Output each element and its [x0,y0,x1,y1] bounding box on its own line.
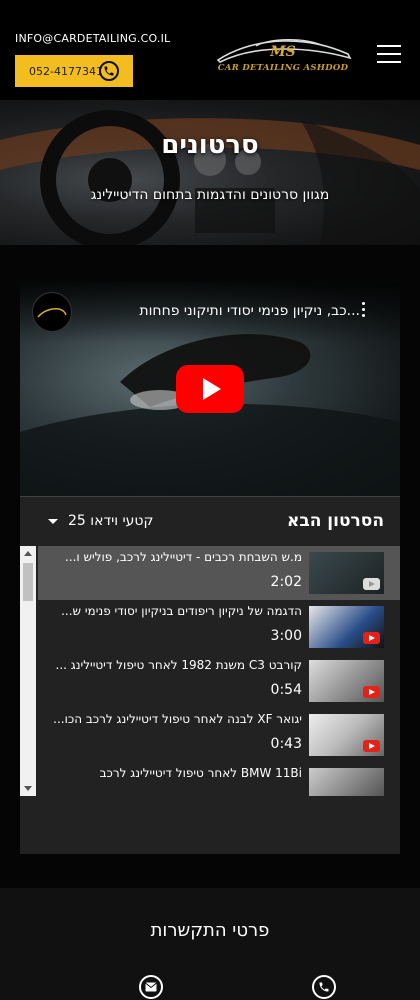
playlist-item[interactable]: יגואר XF לבנה לאחר טיפול דיטיילינג לרכב … [38,708,400,762]
youtube-icon [363,686,380,698]
playlist-item-title: קורבט C3 משנת 1982 לאחר טיפול דיטיילינג … [55,658,302,672]
channel-avatar[interactable] [32,292,72,332]
contact-title: פרטי התקשרות [150,920,270,941]
page-subtitle: מגוון סרטונים והדגמות בתחום הדיטיילינג [90,187,330,203]
playlist-item-duration: 3:00 [270,628,302,644]
playlist-item[interactable]: BMW 11Bi לאחר טיפול דיטיילינג לרכב [38,762,400,796]
playlist-count: 25 קטעי וידאו [68,513,154,529]
email-icon[interactable] [139,975,163,999]
scroll-up-icon [24,551,32,556]
hero-banner: סרטונים מגוון סרטונים והדגמות בתחום הדיט… [0,100,420,245]
up-next-label: הסרטון הבא [286,511,384,531]
video-thumbnail [309,606,384,648]
play-icon [203,378,221,400]
logo-initials: MS [270,44,296,60]
site-header: INFO@CARDETAILING.CO.IL 052-4177341 MS C… [0,0,420,100]
playlist-item-title: BMW 11Bi לאחר טיפול דיטיילינג לרכב [99,766,302,780]
contact-section: פרטי התקשרות [0,888,420,1000]
video-player[interactable]: ...כב, ניקיון פנימי יסודי ותיקוני פחחות [20,282,400,496]
phone-icon[interactable] [312,975,336,999]
scroll-down-icon [24,786,32,791]
playlist-item-duration: 0:54 [270,682,302,698]
phone-icon [99,61,119,81]
youtube-icon [363,578,380,590]
phone-number: 052-4177341 [29,64,103,78]
playlist-item-duration: 2:02 [270,574,302,590]
youtube-icon [363,632,380,644]
playlist-scrollbar[interactable] [20,546,36,796]
playlist-header: הסרטון הבא 25 קטעי וידאו [20,496,400,546]
playlist-item-title: הדגמה של ניקיון ריפודים בניקיון יסודי פנ… [61,604,302,618]
playlist-item[interactable]: הדגמה של ניקיון ריפודים בניקיון יסודי פנ… [38,600,400,654]
video-thumbnail [309,768,384,796]
email-link[interactable]: INFO@CARDETAILING.CO.IL [15,32,170,45]
playlist-item-duration: 0:43 [270,736,302,752]
car-interior-image [0,100,420,245]
video-thumbnail [309,660,384,702]
playlist-list: מ.ש השבחת רכבים - דיטיילינג לרכב, פוליש … [20,546,400,796]
playlist-item[interactable]: קורבט C3 משנת 1982 לאחר טיפול דיטיילינג … [38,654,400,708]
menu-icon[interactable] [377,45,401,63]
youtube-icon [363,740,380,752]
video-thumbnail [309,714,384,756]
youtube-embed: ...כב, ניקיון פנימי יסודי ותיקוני פחחות … [20,282,400,854]
more-options-icon[interactable] [360,302,366,320]
playlist-item[interactable]: מ.ש השבחת רכבים - דיטיילינג לרכב, פוליש … [38,546,400,600]
playlist-item-title: מ.ש השבחת רכבים - דיטיילינג לרכב, פוליש … [64,550,302,564]
logo-tagline: CAR DETAILING ASHDOD [217,63,349,73]
playlist-count-toggle[interactable]: 25 קטעי וידאו [48,513,153,529]
video-thumbnail [309,552,384,594]
page-title: סרטונים [161,130,259,160]
caret-down-icon [48,518,58,524]
video-title[interactable]: ...כב, ניקיון פנימי יסודי ותיקוני פחחות [80,303,360,319]
site-logo[interactable]: MS CAR DETAILING ASHDOD [212,36,354,76]
play-button[interactable] [176,365,244,413]
playlist-item-title: יגואר XF לבנה לאחר טיפול דיטיילינג לרכב … [53,712,302,726]
phone-button[interactable]: 052-4177341 [15,55,133,87]
scrollbar-thumb[interactable] [23,563,33,601]
